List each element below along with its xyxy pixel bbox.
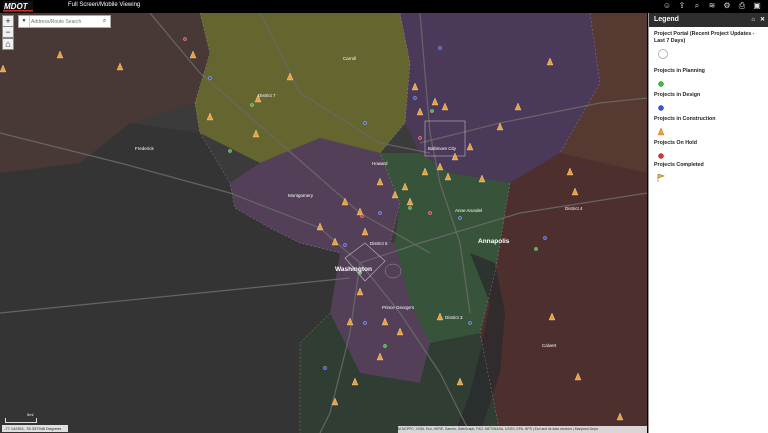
planning-marker bbox=[383, 344, 387, 348]
share-icon[interactable]: ⇪ bbox=[677, 1, 687, 11]
top-bar: MDOT Full Screen/Mobile Viewing ☺ ⇪ ⌕ ≋ … bbox=[0, 0, 768, 13]
legend-item-completed: Projects Completed bbox=[654, 162, 764, 187]
county-label-carroll: Carroll bbox=[343, 56, 357, 61]
city-label-washington: Washington bbox=[335, 266, 372, 273]
flag-icon bbox=[657, 173, 665, 182]
red-dot-icon bbox=[658, 153, 664, 159]
window-icon[interactable]: ▣ bbox=[752, 1, 762, 11]
hold-marker bbox=[360, 214, 364, 218]
county-label-calvert: Calvert bbox=[542, 343, 557, 348]
home-icon[interactable]: ⌂ bbox=[751, 13, 755, 27]
print-icon[interactable]: ⎙ bbox=[737, 1, 747, 11]
design-marker bbox=[363, 321, 367, 325]
green-dot-icon bbox=[658, 81, 664, 87]
county-label-frederick: Frederick bbox=[135, 146, 154, 151]
hold-marker bbox=[418, 136, 422, 140]
design-marker bbox=[378, 211, 382, 215]
county-label-howard: Howard bbox=[372, 161, 388, 166]
planning-marker bbox=[250, 103, 254, 107]
legend-label: Projects in Design bbox=[654, 92, 701, 98]
design-marker bbox=[208, 76, 212, 80]
design-marker bbox=[413, 96, 417, 100]
design-marker bbox=[438, 46, 442, 50]
design-marker bbox=[363, 121, 367, 125]
close-icon[interactable]: ✕ bbox=[760, 13, 765, 27]
county-label-prince-georges: Prince George's bbox=[382, 305, 415, 310]
map-canvas bbox=[0, 13, 647, 433]
hold-marker bbox=[428, 211, 432, 215]
planning-marker bbox=[430, 109, 434, 113]
chevron-down-icon[interactable]: ▼ bbox=[19, 16, 30, 27]
gear-icon[interactable]: ⚙ bbox=[722, 1, 732, 11]
circle-outline-icon bbox=[658, 49, 668, 59]
legend-label: Projects Completed bbox=[654, 162, 704, 168]
hold-marker bbox=[183, 37, 187, 41]
search-button-icon[interactable]: ⌕ bbox=[99, 16, 110, 27]
planning-marker bbox=[228, 149, 232, 153]
legend-label: Projects On Hold bbox=[654, 140, 697, 146]
legend-label: Projects in Construction bbox=[654, 116, 716, 122]
search-input[interactable] bbox=[31, 16, 95, 27]
legend-title: Legend bbox=[654, 16, 679, 23]
planning-marker bbox=[534, 247, 538, 251]
page-title: Full Screen/Mobile Viewing bbox=[68, 2, 141, 8]
legend-item-construction: Projects in Construction bbox=[654, 116, 764, 141]
search-icon[interactable]: ⌕ bbox=[692, 1, 702, 11]
legend-item-planning: Projects in Planning bbox=[654, 68, 764, 93]
map-attribution: M-NCPPC, VGIN, Esri, HERE, Garmin, SafeG… bbox=[398, 426, 647, 433]
district-label-5: District 5 bbox=[370, 241, 388, 246]
legend-label: Projects in Planning bbox=[654, 68, 705, 74]
city-label-annapolis: Annapolis bbox=[478, 238, 510, 245]
legend-item-design: Projects in Design bbox=[654, 92, 764, 117]
district-label-3: District 3 bbox=[445, 315, 463, 320]
scale-label: 5mi bbox=[27, 412, 34, 417]
planning-marker bbox=[408, 206, 412, 210]
legend-label: Project Portal (Recent Project Updates -… bbox=[654, 31, 755, 44]
address-search[interactable]: ▼ ⌕ bbox=[18, 15, 111, 28]
scale-bar bbox=[5, 418, 37, 423]
design-marker bbox=[323, 366, 327, 370]
blue-dot-icon bbox=[658, 105, 664, 111]
legend-header: Legend ⌂ ✕ bbox=[649, 13, 768, 27]
district-olive-region bbox=[195, 13, 410, 163]
city-label-baltimore: Baltimore City bbox=[428, 146, 457, 151]
mdot-logo: MDOT bbox=[3, 1, 33, 12]
design-marker bbox=[468, 321, 472, 325]
district-label-4: District 4 bbox=[565, 206, 583, 211]
svg-text:MDOT: MDOT bbox=[4, 2, 29, 11]
cone-icon bbox=[657, 127, 665, 136]
legend-item-portal: Project Portal (Recent Project Updates -… bbox=[654, 31, 764, 65]
home-icon[interactable]: ⌂ bbox=[2, 38, 14, 50]
district-label-7: District 7 bbox=[258, 93, 276, 98]
county-label-anne-arundel: Anne Arundel bbox=[455, 208, 483, 213]
design-marker bbox=[543, 236, 547, 240]
zoom-out-button[interactable]: − bbox=[2, 26, 14, 38]
county-label-montgomery: Montgomery bbox=[288, 193, 314, 198]
user-icon[interactable]: ☺ bbox=[662, 1, 672, 11]
map-view[interactable]: Washington Annapolis Baltimore City Carr… bbox=[0, 13, 647, 433]
design-marker bbox=[458, 216, 462, 220]
coordinate-readout: -77.142911, 78.337946 Degrees bbox=[2, 425, 68, 432]
layers-icon[interactable]: ≋ bbox=[707, 1, 717, 11]
design-marker bbox=[343, 243, 347, 247]
legend-panel: Legend ⌂ ✕ Project Portal (Recent Projec… bbox=[648, 13, 768, 433]
